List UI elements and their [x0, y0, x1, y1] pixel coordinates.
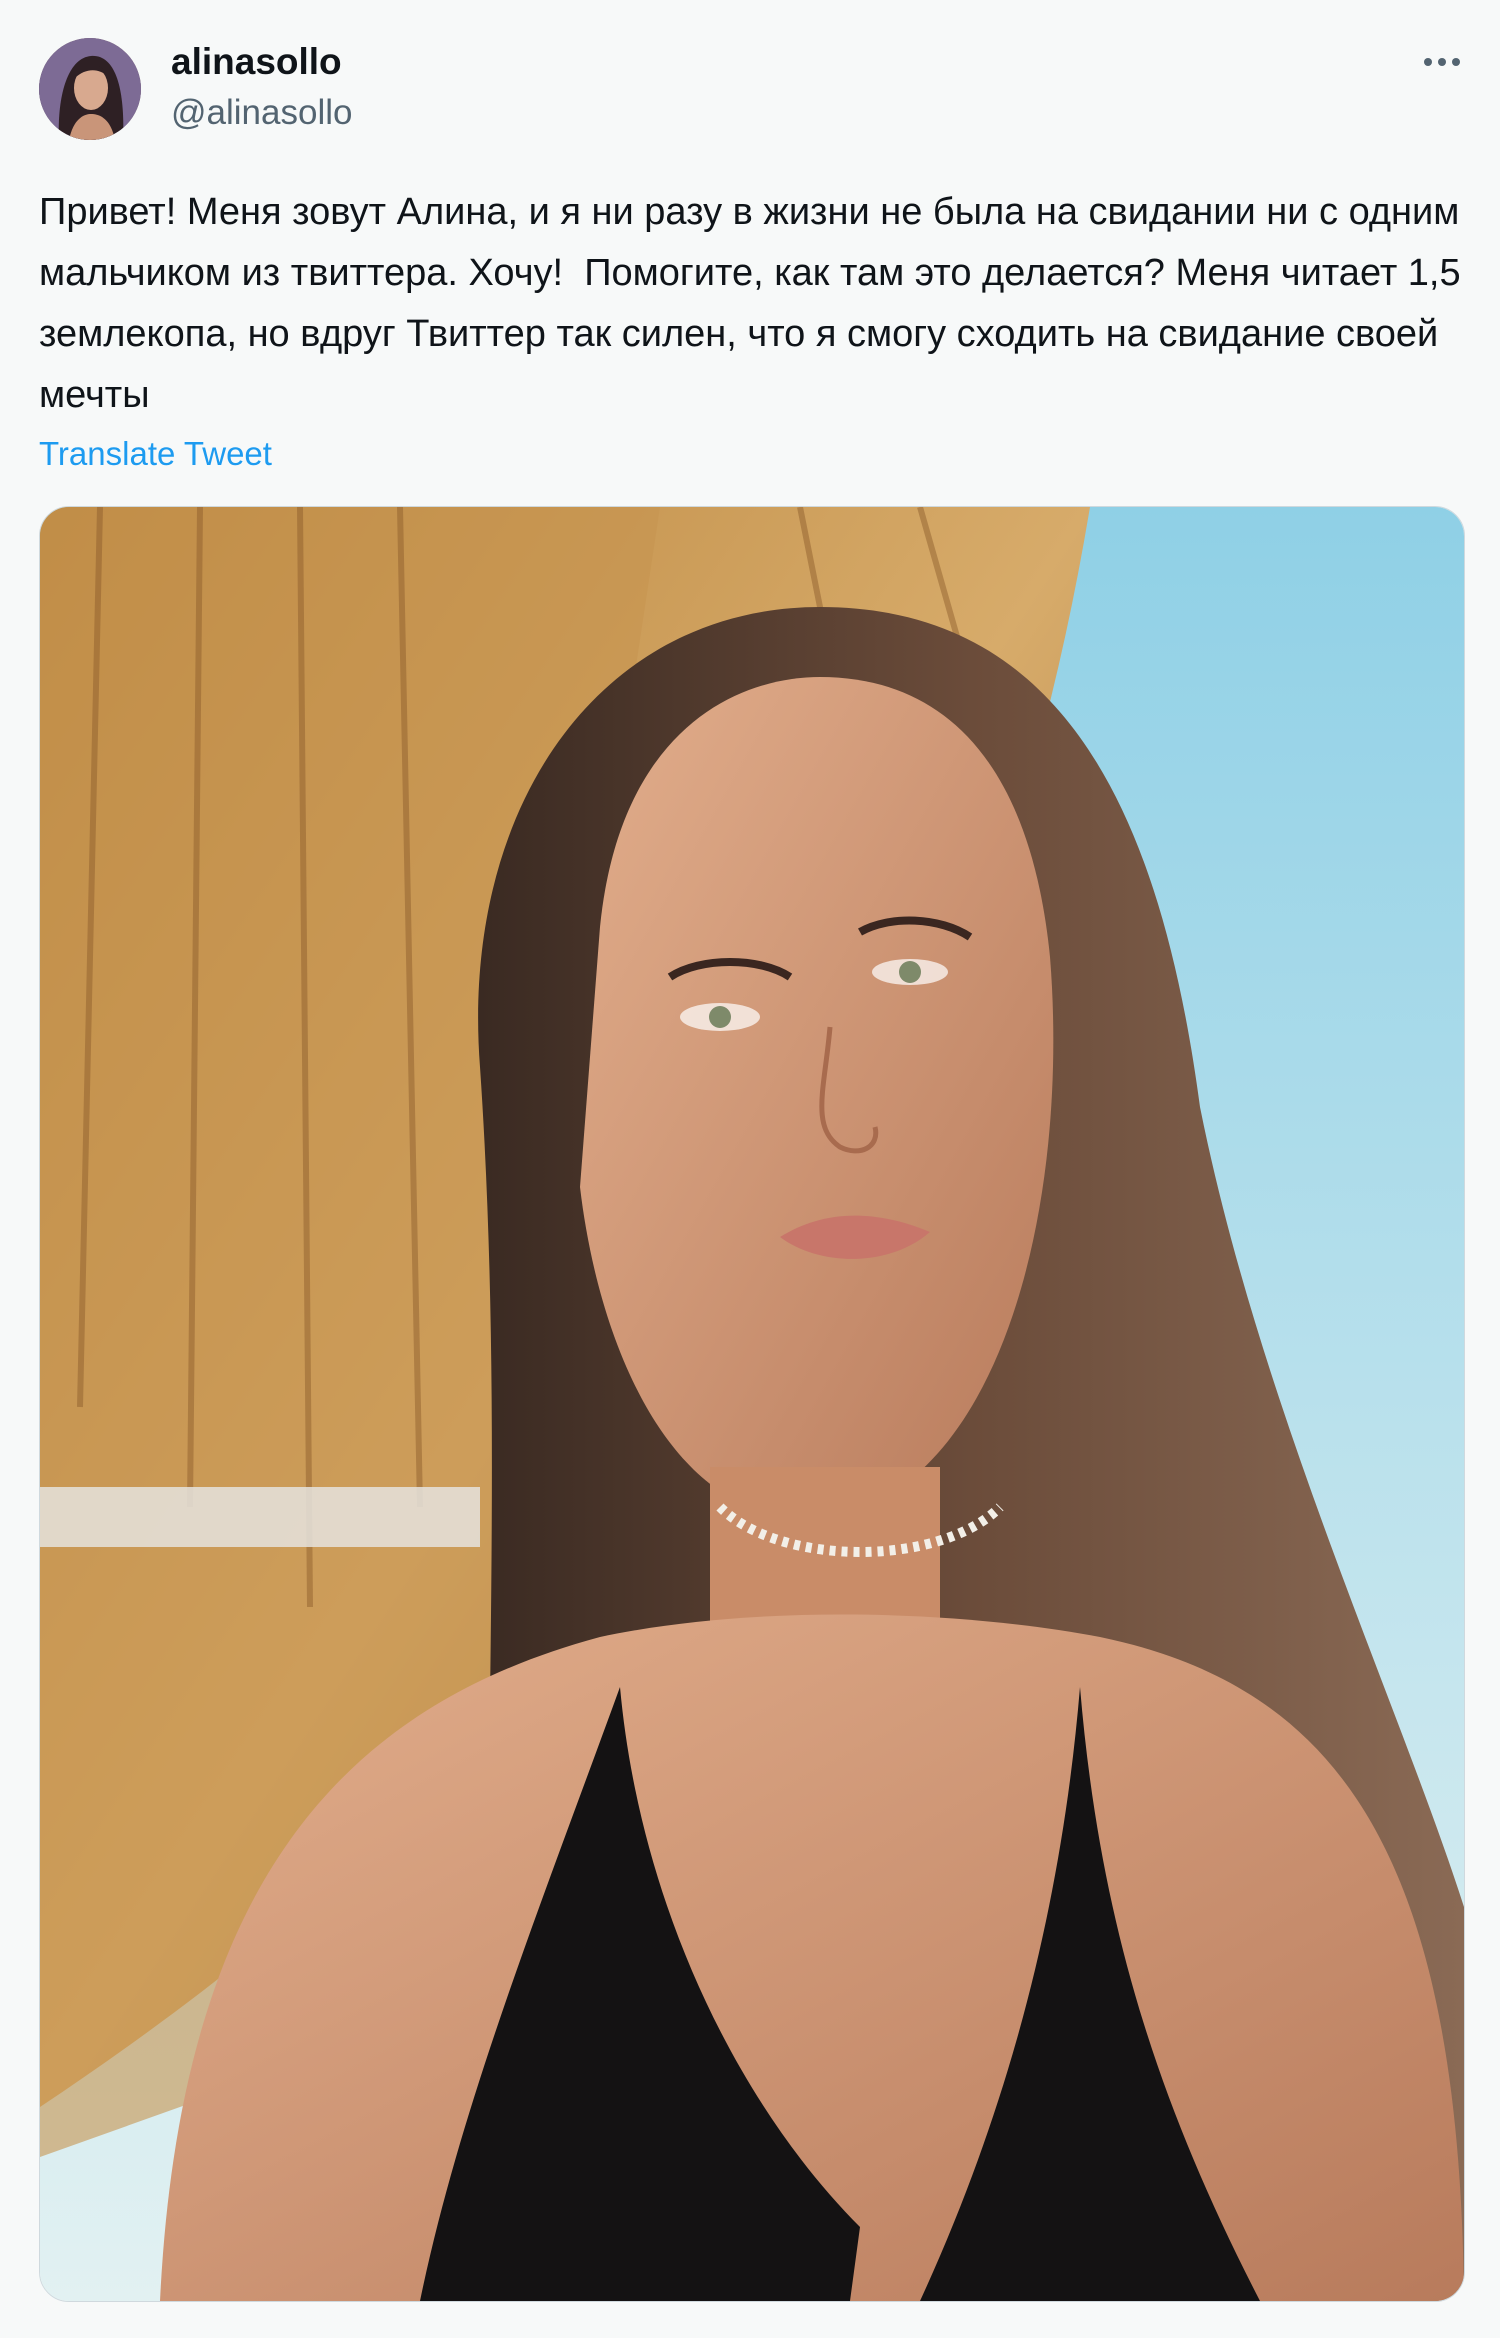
translate-tweet-link[interactable]: Translate Tweet: [39, 432, 272, 476]
selfie-photo-image: [40, 507, 1464, 2301]
tweet-card: alinasollo @alinasollo Привет! Меня зову…: [0, 0, 1500, 2338]
tweet-photo[interactable]: [39, 506, 1465, 2302]
author-handle[interactable]: @alinasollo: [171, 92, 352, 134]
more-options-button[interactable]: [1410, 40, 1474, 84]
more-horizontal-icon: [1424, 58, 1460, 66]
avatar-image: [39, 38, 141, 140]
avatar[interactable]: [39, 38, 141, 140]
author-display-name[interactable]: alinasollo: [171, 40, 342, 84]
tweet-text: Привет! Меня зовут Алина, и я ни разу в …: [39, 191, 1472, 416]
